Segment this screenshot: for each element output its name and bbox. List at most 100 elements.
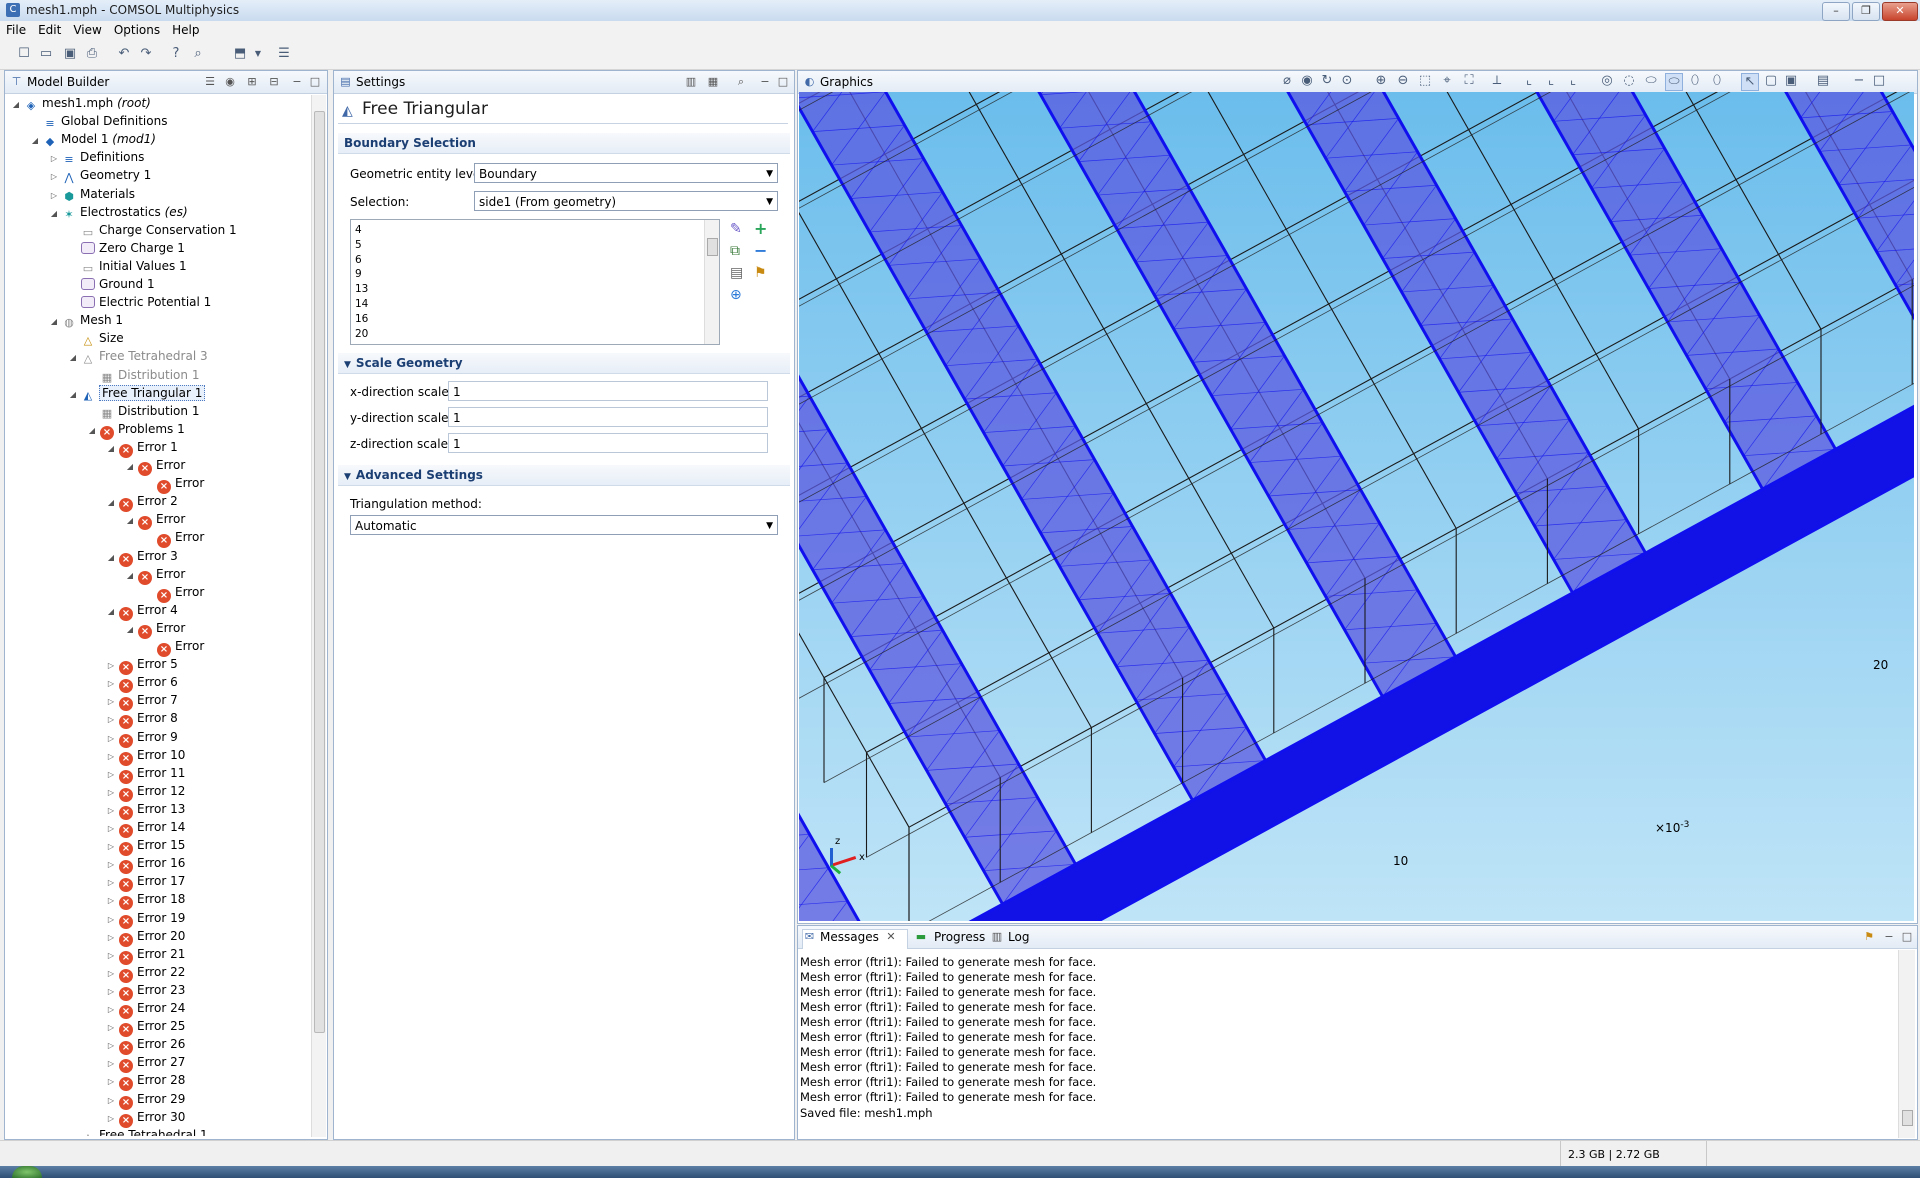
tree-item[interactable]: ▷ × Error 16 — [105, 854, 185, 875]
new-file-icon[interactable]: ☐ — [16, 46, 32, 62]
select-domains-icon[interactable]: ⬭ — [1643, 73, 1659, 89]
select-points-icon[interactable]: ⬯ — [1709, 73, 1725, 89]
settings-tab[interactable]: Settings — [356, 75, 405, 89]
tree-item[interactable]: × Error — [143, 637, 204, 657]
wireframe-icon[interactable]: ▣ — [1783, 73, 1799, 89]
chevron-down-icon[interactable]: ▼ — [250, 46, 266, 62]
tree-item[interactable]: ▷ × Error 26 — [105, 1035, 185, 1056]
tree-item[interactable]: ▷ × Error 30 — [105, 1108, 185, 1128]
selection-entry[interactable]: 20 — [355, 327, 368, 341]
tree-scrollbar-thumb[interactable] — [314, 111, 325, 1033]
select-boundaries-icon[interactable]: ⬭ — [1665, 73, 1683, 91]
tree-item[interactable]: ◢ ✶ Electrostatics (es) — [48, 203, 188, 221]
tree-item[interactable]: ▷ × Error 19 — [105, 909, 185, 929]
screenshot-icon[interactable]: ▤ — [1815, 73, 1831, 89]
tree-item[interactable]: ▷ × Error 14 — [105, 818, 185, 838]
select-edges-icon[interactable]: ⬯ — [1687, 73, 1703, 89]
clear-selection-icon[interactable]: ⚑ — [754, 265, 767, 281]
entity-level-select[interactable]: Boundary ▼ — [474, 163, 778, 183]
selection-entry[interactable]: 13 — [355, 282, 368, 296]
tree-item[interactable]: ◢ ◭ Free Triangular 1 — [67, 384, 206, 404]
panel-minimize-icon[interactable]: − — [1851, 73, 1867, 89]
advanced-settings-header[interactable]: ▼ Advanced Settings — [338, 465, 790, 486]
z-scale-input[interactable]: 1 — [448, 433, 768, 453]
tree-options-icon[interactable]: ⊟ — [267, 75, 281, 89]
menu-edit[interactable]: Edit — [32, 21, 67, 39]
triangulation-method-select[interactable]: Automatic ▼ — [350, 515, 778, 535]
expanded-arrow-icon[interactable]: ◢ — [48, 205, 60, 223]
tree-item[interactable]: ▷ × Error 8 — [105, 709, 178, 730]
progress-tab[interactable]: Progress — [934, 930, 985, 944]
tree-item[interactable]: ◢ ◆ Model 1 (mod1) — [29, 130, 156, 148]
tree-item[interactable]: × Error — [143, 583, 204, 603]
minimize-button[interactable]: – — [1822, 2, 1850, 21]
y-scale-input[interactable]: 1 — [448, 407, 768, 427]
expanded-arrow-icon[interactable]: ◢ — [124, 458, 136, 476]
tree-item[interactable]: ◢ △ Free Tetrahedral 3 — [67, 347, 208, 365]
print-icon[interactable]: ⎙ — [84, 46, 100, 62]
paste-selection-icon[interactable]: ▤ — [730, 265, 743, 281]
selection-entry[interactable]: 9 — [355, 267, 362, 281]
undo-icon[interactable]: ↶ — [116, 46, 132, 62]
expanded-arrow-icon[interactable]: ◢ — [105, 603, 117, 621]
tree-item[interactable]: ◢ × Problems 1 — [86, 420, 185, 440]
menu-file[interactable]: File — [0, 21, 32, 39]
tree-item[interactable]: ▷ × Error 9 — [105, 728, 178, 748]
tree-item[interactable]: ◢ × Error 1 — [105, 438, 178, 458]
tree-item[interactable]: × Error — [143, 528, 204, 549]
expanded-arrow-icon[interactable]: ◢ — [67, 386, 79, 404]
messages-scrollbar[interactable] — [1898, 950, 1915, 1138]
mesh-geometry-view[interactable] — [799, 92, 1914, 921]
tree-item[interactable]: ▷ × Error 29 — [105, 1090, 185, 1110]
tree-item[interactable]: ◢ ◈ mesh1.mph (root) — [10, 94, 151, 112]
selection-entry[interactable]: 14 — [355, 297, 368, 311]
settings-help-icon[interactable]: ⌕ — [734, 75, 748, 89]
scale-geometry-header[interactable]: ▼ Scale Geometry — [338, 353, 790, 374]
tree-item[interactable]: ▷ × Error 24 — [105, 999, 185, 1019]
tree-item[interactable]: ▷ ≡ Definitions — [48, 148, 144, 166]
desktop-layout-icon[interactable]: ☰ — [276, 46, 292, 62]
expand-tree-icon[interactable]: ⊞ — [245, 75, 259, 89]
add-to-selection-icon[interactable]: + — [754, 219, 767, 238]
zoom-out-icon[interactable]: ⊖ — [1395, 73, 1411, 89]
tree-item[interactable]: Zero Charge 1 — [67, 239, 185, 257]
select-objects-icon[interactable]: ◌ — [1621, 73, 1637, 89]
panel-maximize-icon[interactable]: □ — [776, 75, 790, 89]
tree-item[interactable]: ▷ × Error 23 — [105, 981, 185, 1001]
collapse-all-icon[interactable]: ☰ — [203, 75, 217, 89]
selection-entry[interactable]: 5 — [355, 238, 362, 252]
start-button[interactable] — [12, 1166, 42, 1178]
panel-maximize-icon[interactable]: □ — [1871, 73, 1887, 89]
expanded-arrow-icon[interactable]: ◢ — [48, 313, 60, 331]
tree-item[interactable]: ◢ × Error — [124, 619, 185, 639]
tree-item[interactable]: ▷ × Error 10 — [105, 746, 185, 766]
view-xy-icon[interactable]: ⌞ — [1521, 73, 1537, 89]
expanded-arrow-icon[interactable]: ◢ — [105, 440, 117, 458]
panel-maximize-icon[interactable]: □ — [1900, 930, 1914, 944]
tree-item[interactable]: ▷ × Error 20 — [105, 927, 185, 947]
expanded-arrow-icon[interactable]: ◢ — [10, 96, 22, 114]
tree-item[interactable]: ▷ × Error 15 — [105, 836, 185, 857]
tree-item[interactable]: ◢ × Error 3 — [105, 547, 178, 567]
menu-view[interactable]: View — [67, 21, 107, 39]
menu-options[interactable]: Options — [108, 21, 166, 39]
build-selected-icon[interactable]: ▥ — [684, 75, 698, 89]
save-icon[interactable]: ▣ — [62, 46, 78, 62]
panel-minimize-icon[interactable]: − — [758, 75, 772, 89]
tree-item[interactable]: ▷ × Error 25 — [105, 1017, 185, 1038]
tree-item[interactable]: ▭ Charge Conservation 1 — [67, 221, 237, 239]
expanded-arrow-icon[interactable]: ◢ — [86, 422, 98, 440]
tree-item[interactable]: ▷ × Error 17 — [105, 872, 185, 893]
tree-item[interactable]: ▷ × Error 27 — [105, 1053, 185, 1074]
panel-minimize-icon[interactable]: − — [290, 75, 304, 89]
selection-entry[interactable]: 4 — [355, 223, 362, 237]
tree-item[interactable]: ▷ × Error 6 — [105, 673, 178, 694]
tree-scrollbar[interactable] — [311, 95, 326, 1137]
selection-entry[interactable]: 16 — [355, 312, 368, 326]
reset-view-icon[interactable]: ↻ — [1319, 73, 1335, 89]
view-zx-icon[interactable]: ⌞ — [1565, 73, 1581, 89]
close-tab-icon[interactable]: ✕ — [884, 930, 898, 944]
expanded-arrow-icon[interactable]: ◢ — [124, 621, 136, 639]
selection-select[interactable]: side1 (From geometry) ▼ — [474, 191, 778, 211]
tree-item[interactable]: ▷ × Error 28 — [105, 1071, 185, 1092]
